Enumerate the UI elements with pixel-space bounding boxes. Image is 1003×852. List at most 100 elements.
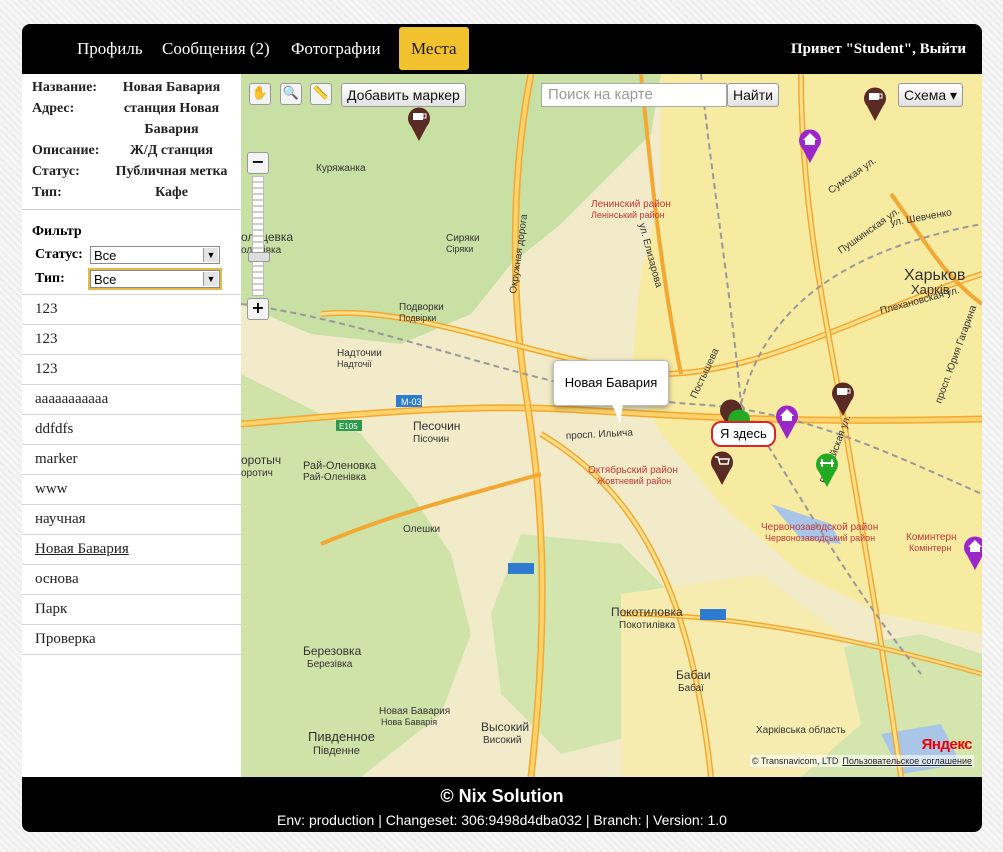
map-label: Сіряки [446, 244, 473, 254]
map-label: Сиряки [446, 233, 480, 244]
nav-places[interactable]: Места [399, 27, 469, 70]
page-frame: Профиль Сообщения (2) Фотографии Места П… [22, 24, 982, 832]
list-item[interactable]: 123 [22, 294, 241, 324]
list-item[interactable]: 123 [22, 324, 241, 354]
add-marker-button[interactable]: Добавить маркер [341, 83, 466, 107]
map-label: Ленінський район [591, 210, 665, 220]
list-item[interactable]: основа [22, 564, 241, 594]
list-item[interactable]: научная [22, 504, 241, 534]
map-label: Південне [313, 745, 360, 757]
map-label: Харківська область [756, 724, 846, 736]
map-label: Покотилівка [619, 620, 676, 631]
map-label: Бабаї [678, 682, 704, 694]
sidebar: Название: Новая Бавария Адрес: станция Нов… [22, 74, 242, 777]
filter-type-label: Тип: [35, 271, 65, 286]
list-item[interactable]: Парк [22, 594, 241, 624]
shop-marker-icon[interactable] [708, 448, 736, 486]
map-label: Олешки [403, 524, 440, 535]
map-label: Березівка [307, 659, 353, 670]
home-marker-icon[interactable] [796, 126, 824, 164]
dropdown-arrow-icon: ▼ [203, 248, 218, 262]
user-greeting-logout[interactable]: Привет "Student", Выйти [791, 24, 966, 74]
list-item[interactable]: Проверка [22, 624, 241, 655]
map-label: оротыч [241, 453, 281, 467]
drag-hand-icon[interactable]: ✋ [249, 83, 271, 105]
footer-brand: © Nix Solution [440, 786, 564, 806]
list-item[interactable]: 123 [22, 354, 241, 384]
cafe-marker-icon[interactable] [861, 84, 889, 122]
list-item[interactable]: marker [22, 444, 241, 474]
cafe-marker-icon[interactable] [829, 379, 857, 417]
nav-messages[interactable]: Сообщения (2) [150, 27, 282, 70]
map-label: Пісочин [413, 434, 449, 445]
zoom-out-button[interactable]: − [247, 152, 269, 174]
status-select[interactable]: Все ▼ [90, 246, 220, 264]
filter-panel: Фильтр Статус: Все ▼ Тип: Все ▼ [22, 210, 241, 290]
sport-marker-icon[interactable] [813, 450, 841, 488]
top-navigation: Профиль Сообщения (2) Фотографии Места П… [22, 24, 982, 74]
map-label: Рай-Оленовка [303, 460, 377, 472]
map-label: Подвірки [399, 313, 436, 323]
map-label: Рай-Оленівка [303, 472, 367, 483]
nav-photos[interactable]: Фотографии [279, 27, 393, 70]
dropdown-arrow-icon: ▼ [203, 272, 218, 286]
map-label: Подворки [399, 302, 444, 313]
list-item[interactable]: ddfdfs [22, 414, 241, 444]
map-label: Надточии [337, 348, 382, 359]
yandex-logo: Яндекс [921, 736, 973, 753]
place-details: Название: Новая Бавария Адрес: станция Нов… [22, 74, 241, 209]
ruler-icon[interactable]: 📏 [310, 83, 332, 105]
map-view[interactable]: Куряжанка олицевка олицівка Сиряки Сіряк… [241, 74, 982, 777]
map-label: Куряжанка [316, 163, 366, 174]
zoom-in-button[interactable]: + [247, 298, 269, 320]
map-label: Ленинский район [591, 199, 671, 210]
map-label: Надточії [337, 359, 372, 369]
map-label: Покотиловка [611, 605, 683, 619]
map-label: оротич [241, 468, 273, 479]
home-marker-icon[interactable] [773, 402, 801, 440]
you-are-here-marker[interactable]: Я здесь [711, 421, 776, 447]
place-description: Ж/Д станция [130, 143, 213, 158]
nav-profile[interactable]: Профиль [65, 27, 155, 70]
home-marker-icon[interactable] [961, 533, 982, 571]
map-canvas: Куряжанка олицевка олицівка Сиряки Сіряк… [241, 74, 982, 777]
user-agreement-link[interactable]: Пользовательское соглашение [842, 756, 972, 766]
find-button[interactable]: Найти [727, 83, 779, 107]
map-label: Червонозаводський район [765, 533, 875, 543]
zoom-control: − + [247, 152, 270, 320]
place-type: Кафе [155, 185, 188, 200]
footer-env-info: Env: production | Changeset: 306:9498d4d… [277, 812, 727, 828]
map-label: Червонозаводской район [761, 522, 878, 533]
list-item-selected[interactable]: Новая Бавария [22, 534, 241, 564]
type-label: Тип: [32, 185, 62, 200]
road-badge: М-03 [401, 397, 422, 407]
zoom-area-icon[interactable]: 🔍 [280, 83, 302, 105]
map-label: Октябрьский район [588, 464, 678, 476]
place-balloon[interactable]: Новая Бавария [553, 360, 669, 424]
map-label: Высокий [481, 720, 529, 734]
type-select[interactable]: Все ▼ [88, 268, 222, 290]
map-search-input[interactable]: Поиск на карте [541, 83, 727, 107]
map-label: Пивденное [308, 729, 375, 744]
map-label: Новая Бавария [379, 706, 450, 717]
map-label: Комінтерн [909, 543, 951, 553]
road-badge: E105 [339, 422, 358, 431]
map-label: Жовтневий район [597, 476, 671, 486]
footer: © Nix Solution Env: production | Changes… [22, 777, 982, 832]
description-label: Описание: [32, 143, 100, 158]
status-label: Статус: [32, 164, 80, 179]
place-address: станция Новая Бавария [123, 101, 220, 137]
zoom-slider[interactable] [252, 176, 264, 296]
map-label: Бабаи [676, 668, 711, 682]
cafe-marker-icon[interactable] [405, 104, 433, 142]
list-item[interactable]: aaaaaaaaaaa [22, 384, 241, 414]
map-copyright: © Transnavicom, LTD Пользовательское согл… [749, 755, 974, 767]
map-label: Березовка [303, 644, 362, 658]
map-label: Песочин [413, 419, 460, 433]
filter-title: Фильтр [32, 224, 82, 239]
zoom-slider-handle[interactable] [248, 252, 270, 262]
place-status: Публичная метка [115, 164, 228, 179]
map-layer-dropdown[interactable]: Схема ▾ [898, 83, 964, 107]
list-item[interactable]: www [22, 474, 241, 504]
name-label: Название: [32, 80, 98, 95]
